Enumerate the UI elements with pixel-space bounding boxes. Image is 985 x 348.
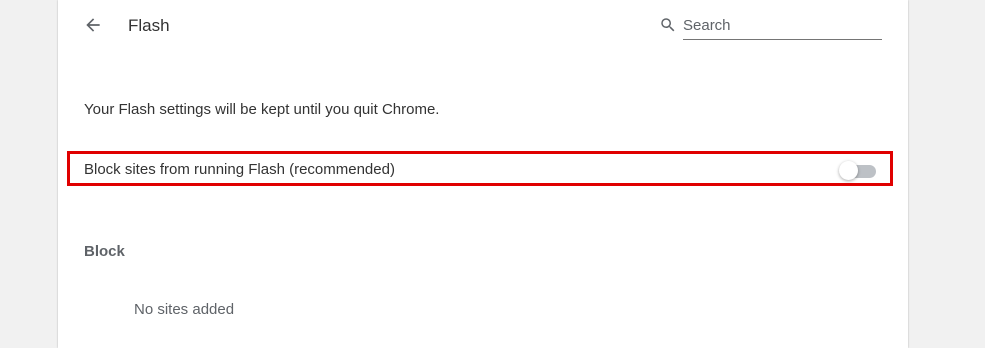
search-input[interactable] bbox=[683, 12, 882, 40]
back-button[interactable] bbox=[80, 12, 106, 38]
block-flash-toggle[interactable] bbox=[839, 161, 879, 181]
search-icon[interactable] bbox=[658, 15, 678, 35]
toggle-knob bbox=[839, 161, 858, 180]
no-sites-added-text: No sites added bbox=[134, 301, 235, 318]
info-text: Your Flash settings will be kept until y… bbox=[84, 101, 440, 118]
block-flash-label: Block sites from running Flash (recommen… bbox=[84, 161, 395, 178]
arrow-back-icon bbox=[86, 18, 100, 32]
settings-card: Flash Your Flash settings will be kept u… bbox=[58, 0, 908, 348]
block-section-heading: Block bbox=[84, 243, 125, 260]
search-box bbox=[658, 12, 883, 42]
page-title: Flash bbox=[128, 16, 170, 35]
